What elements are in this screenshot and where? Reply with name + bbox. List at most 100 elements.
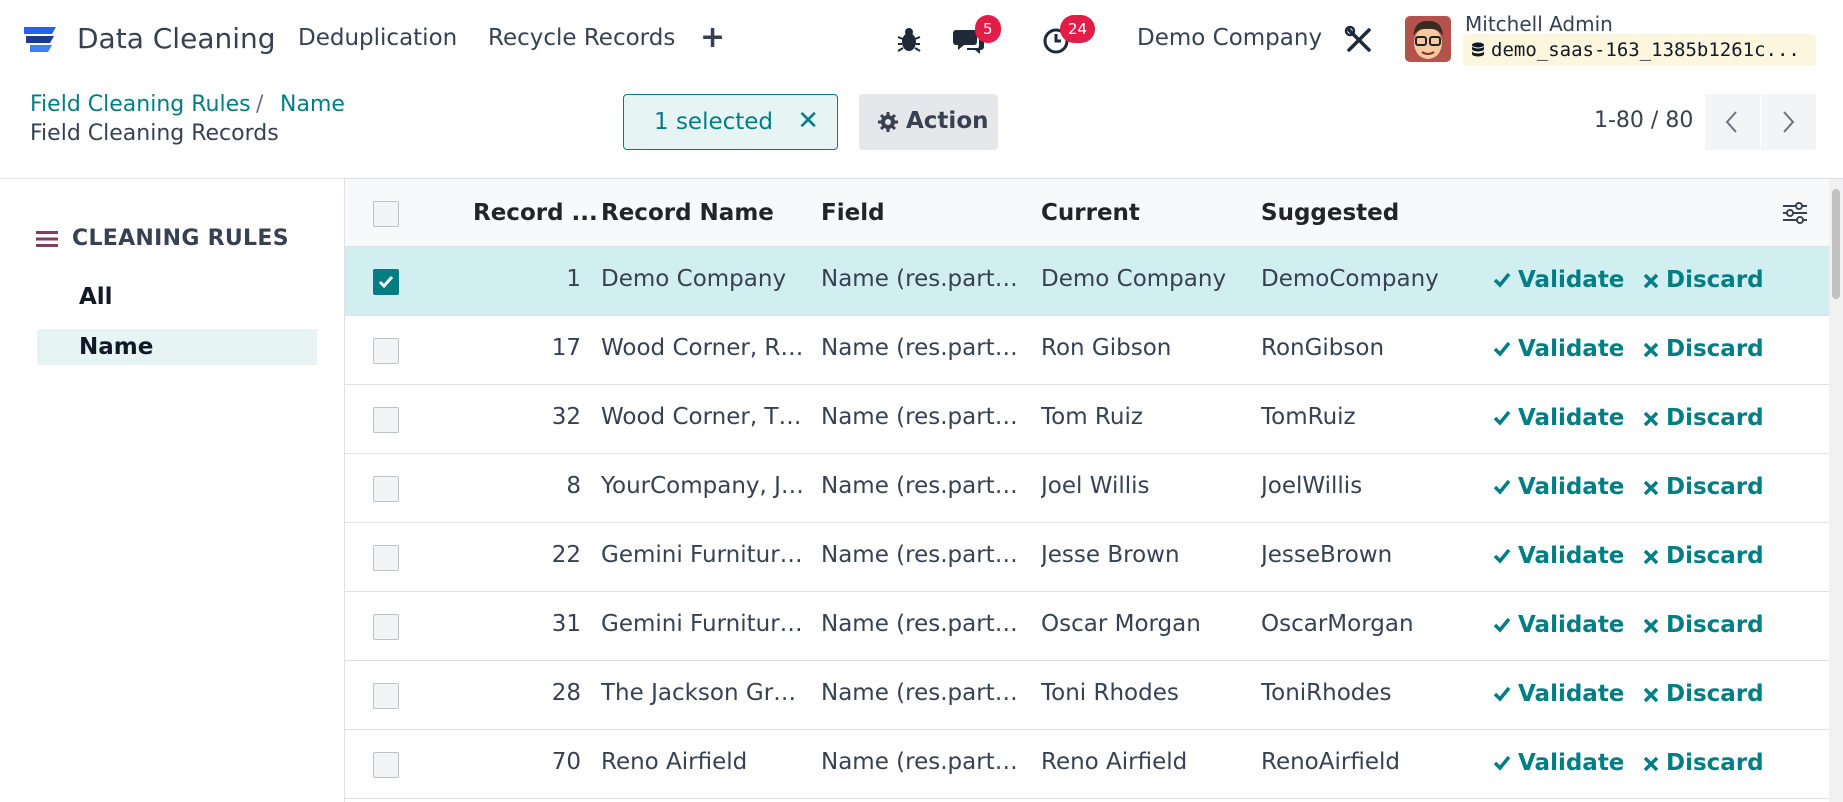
cell-record-id: 8 <box>566 473 581 499</box>
records-list: Record ... Record Name Field Current Sug… <box>344 179 1829 802</box>
cell-record-name: Gemini Furnitur… <box>601 611 803 637</box>
cell-current: Ron Gibson <box>1041 335 1172 361</box>
row-checkbox[interactable] <box>373 545 399 571</box>
menu-deduplication[interactable]: Deduplication <box>298 25 457 51</box>
validate-button[interactable]: Validate <box>1493 336 1624 362</box>
list-scrollbar[interactable] <box>1829 179 1843 802</box>
app-name[interactable]: Data Cleaning <box>77 22 276 55</box>
menu-recycle-records[interactable]: Recycle Records <box>488 25 675 51</box>
table-row[interactable]: 22 Gemini Furnitur… Name (res.part… Jesse B… <box>345 523 1829 592</box>
row-checkbox[interactable] <box>373 338 399 364</box>
validate-label: Validate <box>1518 750 1625 776</box>
column-current[interactable]: Current <box>1041 200 1140 226</box>
breadcrumb-parent[interactable]: Field Cleaning Rules <box>30 92 251 117</box>
breadcrumb-current[interactable]: Name <box>280 92 345 117</box>
discard-label: Discard <box>1666 681 1764 707</box>
cell-current: Toni Rhodes <box>1041 680 1179 706</box>
data-cleaning-app-icon[interactable] <box>22 24 58 56</box>
validate-label: Validate <box>1518 336 1625 362</box>
discard-x-icon <box>1643 342 1659 358</box>
validate-label: Validate <box>1518 543 1625 569</box>
cell-suggested: JoelWillis <box>1261 473 1363 499</box>
discard-button[interactable]: Discard <box>1643 336 1764 362</box>
cell-current: Tom Ruiz <box>1041 404 1143 430</box>
row-checkbox[interactable] <box>373 614 399 640</box>
discard-button[interactable]: Discard <box>1643 681 1764 707</box>
column-record-id[interactable]: Record ... <box>473 200 598 226</box>
row-checkbox[interactable] <box>373 407 399 433</box>
debug-bug-icon[interactable] <box>893 24 925 56</box>
discard-button[interactable]: Discard <box>1643 612 1764 638</box>
chevron-left-icon <box>1725 111 1737 133</box>
unselect-close-icon[interactable]: ✕ <box>797 106 819 136</box>
cell-suggested: TomRuiz <box>1261 404 1356 430</box>
messages-count-badge: 5 <box>975 15 1001 43</box>
table-row[interactable]: 17 Wood Corner, R… Name (res.part… Ron Gibs… <box>345 316 1829 385</box>
validate-label: Validate <box>1518 267 1625 293</box>
cell-field: Name (res.part… <box>821 611 1017 637</box>
discard-label: Discard <box>1666 612 1764 638</box>
column-field[interactable]: Field <box>821 200 885 226</box>
discard-label: Discard <box>1666 405 1764 431</box>
discard-button[interactable]: Discard <box>1643 267 1764 293</box>
sidebar-item-name[interactable]: Name <box>37 329 317 365</box>
cell-field: Name (res.part… <box>821 749 1017 775</box>
discard-button[interactable]: Discard <box>1643 750 1764 776</box>
check-icon <box>1493 479 1511 495</box>
cell-record-id: 70 <box>551 749 581 775</box>
check-icon <box>1493 272 1511 288</box>
settings-tools-icon[interactable] <box>1343 24 1375 56</box>
column-record-name[interactable]: Record Name <box>601 200 774 226</box>
cell-record-id: 32 <box>551 404 581 430</box>
validate-label: Validate <box>1518 405 1625 431</box>
table-row[interactable]: 8 YourCompany, J… Name (res.part… Joel Will… <box>345 454 1829 523</box>
new-menu-plus-icon[interactable]: + <box>700 20 725 56</box>
validate-button[interactable]: Validate <box>1493 750 1624 776</box>
cell-record-id: 22 <box>551 542 581 568</box>
selection-indicator: 1 selected ✕ <box>623 94 838 150</box>
discard-x-icon <box>1643 618 1659 634</box>
user-avatar[interactable] <box>1405 16 1451 62</box>
action-button[interactable]: Action <box>859 94 998 150</box>
validate-button[interactable]: Validate <box>1493 267 1624 293</box>
row-checkbox[interactable] <box>373 683 399 709</box>
select-all-checkbox[interactable] <box>373 201 399 227</box>
list-header: Record ... Record Name Field Current Sug… <box>345 179 1829 247</box>
discard-button[interactable]: Discard <box>1643 474 1764 500</box>
row-checkbox[interactable] <box>373 269 399 295</box>
discard-button[interactable]: Discard <box>1643 405 1764 431</box>
company-switcher[interactable]: Demo Company <box>1137 25 1322 51</box>
row-checkbox[interactable] <box>373 752 399 778</box>
table-row[interactable]: 32 Wood Corner, T… Name (res.part… Tom Ruiz… <box>345 385 1829 454</box>
discard-label: Discard <box>1666 750 1764 776</box>
table-row[interactable]: 1 Demo Company Name (res.part… Demo Company… <box>345 247 1829 316</box>
sidebar-item-all[interactable]: All <box>37 279 317 315</box>
discard-button[interactable]: Discard <box>1643 543 1764 569</box>
pager-value[interactable]: 1-80 / 80 <box>1594 108 1693 133</box>
cell-record-name: Gemini Furnitur… <box>601 542 803 568</box>
table-row[interactable]: 70 Reno Airfield Name (res.part… Reno Airfi… <box>345 730 1829 799</box>
user-name[interactable]: Mitchell Admin <box>1465 12 1613 36</box>
check-icon <box>1493 410 1511 426</box>
pager-previous-button[interactable] <box>1705 94 1760 150</box>
validate-button[interactable]: Validate <box>1493 405 1624 431</box>
cell-suggested: RonGibson <box>1261 335 1385 361</box>
column-suggested[interactable]: Suggested <box>1261 200 1399 226</box>
cell-field: Name (res.part… <box>821 680 1017 706</box>
pager-next-button[interactable] <box>1761 94 1816 150</box>
validate-button[interactable]: Validate <box>1493 681 1624 707</box>
cell-current: Jesse Brown <box>1041 542 1180 568</box>
table-row[interactable]: 31 Gemini Furnitur… Name (res.part… Oscar M… <box>345 592 1829 661</box>
validate-button[interactable]: Validate <box>1493 474 1624 500</box>
discard-x-icon <box>1643 549 1659 565</box>
table-row[interactable]: 28 The Jackson Gr… Name (res.part… Toni Rho… <box>345 661 1829 730</box>
discard-x-icon <box>1643 687 1659 703</box>
row-checkbox[interactable] <box>373 476 399 502</box>
validate-button[interactable]: Validate <box>1493 612 1624 638</box>
check-icon <box>1493 617 1511 633</box>
cell-current: Joel Willis <box>1041 473 1150 499</box>
discard-x-icon <box>1643 756 1659 772</box>
validate-button[interactable]: Validate <box>1493 543 1624 569</box>
scrollbar-thumb[interactable] <box>1832 189 1840 299</box>
optional-columns-sliders-icon[interactable] <box>1782 201 1808 225</box>
